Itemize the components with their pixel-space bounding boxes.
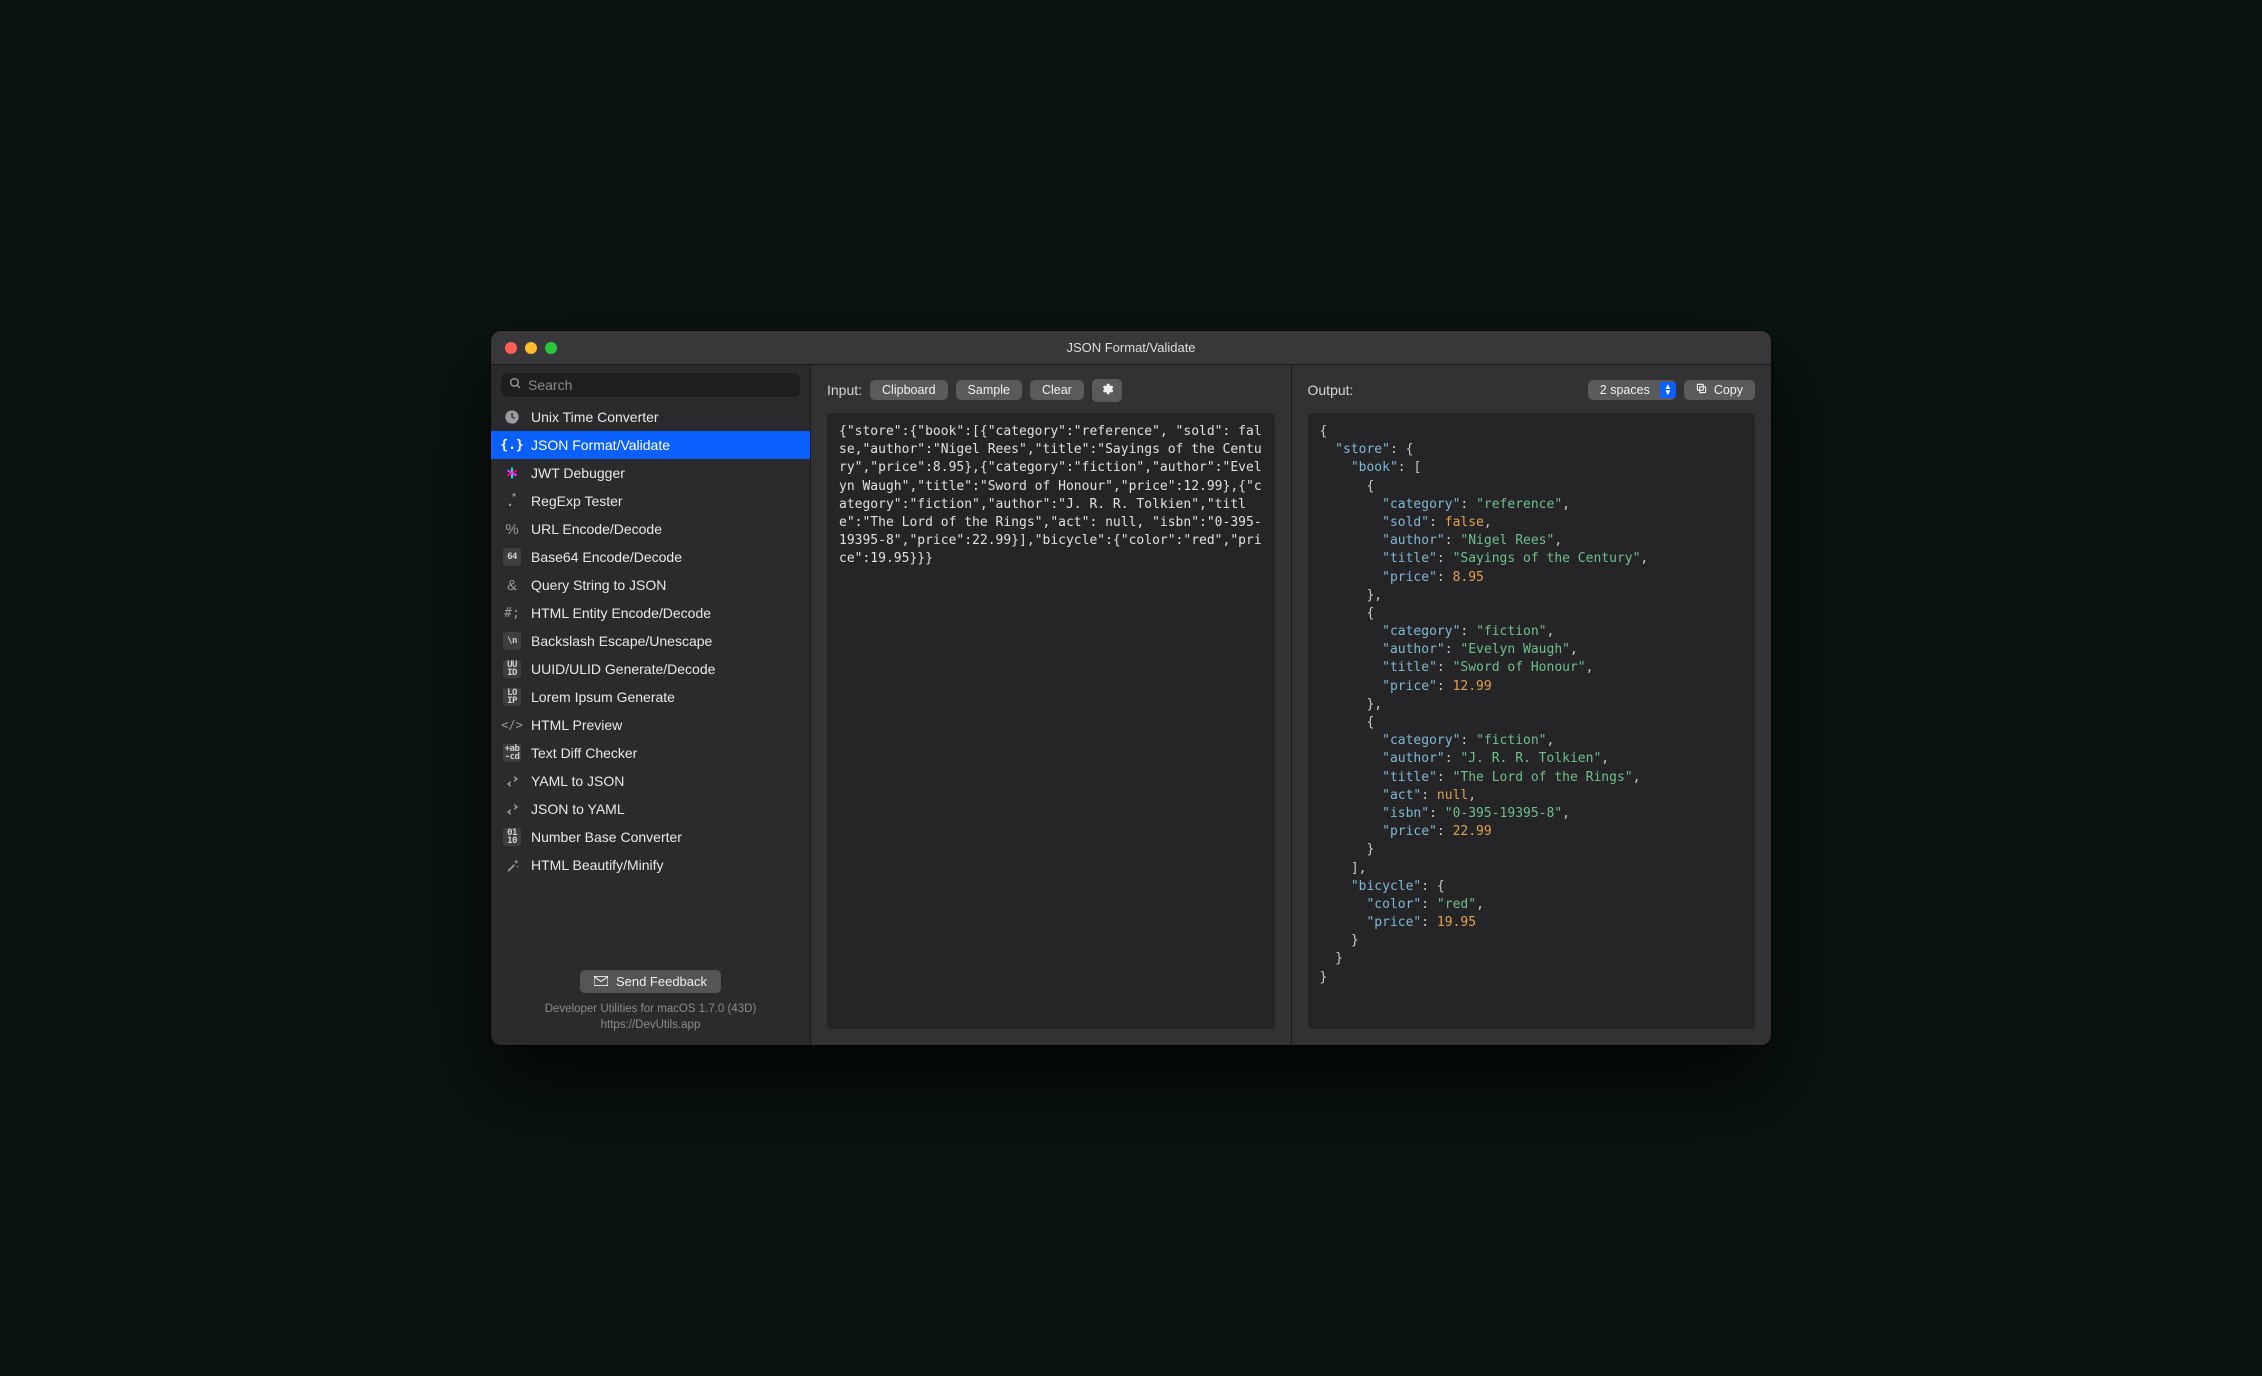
sidebar-item[interactable]: .* RegExp Tester bbox=[491, 487, 810, 515]
sidebar-item-label: UUID/ULID Generate/Decode bbox=[531, 661, 715, 677]
sidebar-item-label: Query String to JSON bbox=[531, 577, 666, 593]
output-title: Output: bbox=[1308, 382, 1354, 398]
window-title: JSON Format/Validate bbox=[491, 340, 1771, 355]
sidebar-item-label: URL Encode/Decode bbox=[531, 521, 662, 537]
settings-button[interactable] bbox=[1092, 379, 1122, 402]
mail-icon bbox=[594, 974, 608, 989]
traffic-lights bbox=[491, 342, 557, 354]
sidebar-item[interactable]: #; HTML Entity Encode/Decode bbox=[491, 599, 810, 627]
braces-icon: {.} bbox=[503, 436, 521, 454]
wand-icon bbox=[503, 856, 521, 874]
sidebar-item-label: Lorem Ipsum Generate bbox=[531, 689, 675, 705]
sidebar-item[interactable]: HTML Beautify/Minify bbox=[491, 851, 810, 879]
sidebar-item-label: Unix Time Converter bbox=[531, 409, 659, 425]
copy-icon bbox=[1696, 385, 1710, 397]
diff-icon: +ab -cd bbox=[503, 744, 521, 762]
sidebar-item-label: HTML Entity Encode/Decode bbox=[531, 605, 711, 621]
sidebar-item-label: JSON Format/Validate bbox=[531, 437, 670, 453]
amp-icon: & bbox=[503, 576, 521, 594]
sidebar-item[interactable]: 64 Base64 Encode/Decode bbox=[491, 543, 810, 571]
search-input[interactable] bbox=[528, 377, 792, 393]
sidebar-item-label: YAML to JSON bbox=[531, 773, 624, 789]
clipboard-button[interactable]: Clipboard bbox=[870, 380, 948, 400]
hash-icon: #; bbox=[503, 604, 521, 622]
sidebar-item[interactable]: {.} JSON Format/Validate bbox=[491, 431, 810, 459]
b64-icon: 64 bbox=[503, 548, 521, 566]
sidebar-item[interactable]: UU ID UUID/ULID Generate/Decode bbox=[491, 655, 810, 683]
indent-select[interactable]: 2 spaces ▲▼ bbox=[1588, 380, 1676, 400]
sidebar-item[interactable]: JWT Debugger bbox=[491, 459, 810, 487]
sidebar-footer: Send Feedback Developer Utilities for ma… bbox=[491, 960, 810, 1045]
gear-icon bbox=[1100, 385, 1114, 399]
sidebar-item[interactable]: YAML to JSON bbox=[491, 767, 810, 795]
bslash-icon: \n bbox=[503, 632, 521, 650]
sidebar-item-label: JSON to YAML bbox=[531, 801, 625, 817]
sidebar-item-label: Base64 Encode/Decode bbox=[531, 549, 682, 565]
sample-button[interactable]: Sample bbox=[956, 380, 1022, 400]
app-window: JSON Format/Validate Unix Time Converter… bbox=[491, 331, 1771, 1045]
numbase-icon: 01 10 bbox=[503, 828, 521, 846]
sidebar-item[interactable]: \n Backslash Escape/Unescape bbox=[491, 627, 810, 655]
send-feedback-button[interactable]: Send Feedback bbox=[580, 970, 721, 993]
sidebar-item-label: HTML Preview bbox=[531, 717, 622, 733]
search-field[interactable] bbox=[501, 373, 800, 397]
zoom-window-button[interactable] bbox=[545, 342, 557, 354]
swap-icon bbox=[503, 772, 521, 790]
titlebar[interactable]: JSON Format/Validate bbox=[491, 331, 1771, 365]
swap-icon bbox=[503, 800, 521, 818]
sidebar-item-label: JWT Debugger bbox=[531, 465, 625, 481]
sidebar-item[interactable]: Unix Time Converter bbox=[491, 403, 810, 431]
input-header: Input: Clipboard Sample Clear bbox=[827, 377, 1275, 403]
lorem-icon: LO IP bbox=[503, 688, 521, 706]
clear-button[interactable]: Clear bbox=[1030, 380, 1084, 400]
app-url-line: https://DevUtils.app bbox=[545, 1017, 757, 1033]
sidebar-item-label: Text Diff Checker bbox=[531, 745, 637, 761]
app-version-line: Developer Utilities for macOS 1.7.0 (43D… bbox=[545, 1001, 757, 1017]
sidebar-item-label: Number Base Converter bbox=[531, 829, 682, 845]
sidebar: Unix Time Converter {.} JSON Format/Valida… bbox=[491, 365, 811, 1045]
output-header: Output: 2 spaces ▲▼ Copy bbox=[1308, 377, 1756, 403]
app-info: Developer Utilities for macOS 1.7.0 (43D… bbox=[545, 1001, 757, 1033]
minimize-window-button[interactable] bbox=[525, 342, 537, 354]
indent-select-label: 2 spaces bbox=[1588, 380, 1660, 400]
sidebar-item[interactable]: 01 10 Number Base Converter bbox=[491, 823, 810, 851]
sidebar-item-label: Backslash Escape/Unescape bbox=[531, 633, 712, 649]
input-textarea[interactable]: {"store":{"book":[{"category":"reference… bbox=[827, 413, 1275, 1029]
copy-button[interactable]: Copy bbox=[1684, 380, 1755, 400]
copy-label: Copy bbox=[1714, 383, 1743, 397]
main-content: Input: Clipboard Sample Clear {"store":{… bbox=[811, 365, 1771, 1045]
sidebar-item[interactable]: % URL Encode/Decode bbox=[491, 515, 810, 543]
chevron-up-down-icon: ▲▼ bbox=[1660, 382, 1676, 398]
output-pane: Output: 2 spaces ▲▼ Copy { "store" bbox=[1291, 365, 1772, 1045]
sidebar-item[interactable]: &Query String to JSON bbox=[491, 571, 810, 599]
search-icon bbox=[509, 377, 522, 393]
close-window-button[interactable] bbox=[505, 342, 517, 354]
sidebar-item[interactable]: </> HTML Preview bbox=[491, 711, 810, 739]
sidebar-item[interactable]: LO IP Lorem Ipsum Generate bbox=[491, 683, 810, 711]
uuid-icon: UU ID bbox=[503, 660, 521, 678]
sidebar-item-label: HTML Beautify/Minify bbox=[531, 857, 664, 873]
output-view[interactable]: { "store": { "book": [ { "category": "re… bbox=[1308, 413, 1756, 1029]
regex-icon: .* bbox=[503, 492, 521, 510]
sidebar-item[interactable]: JSON to YAML bbox=[491, 795, 810, 823]
sidebar-item[interactable]: +ab -cd Text Diff Checker bbox=[491, 739, 810, 767]
html-icon: </> bbox=[503, 716, 521, 734]
percent-icon: % bbox=[503, 520, 521, 538]
jwt-icon bbox=[503, 464, 521, 482]
input-pane: Input: Clipboard Sample Clear {"store":{… bbox=[811, 365, 1291, 1045]
send-feedback-label: Send Feedback bbox=[616, 974, 707, 989]
tool-list[interactable]: Unix Time Converter {.} JSON Format/Valida… bbox=[491, 403, 810, 960]
sidebar-item-label: RegExp Tester bbox=[531, 493, 623, 509]
clock-icon bbox=[503, 408, 521, 426]
input-title: Input: bbox=[827, 382, 862, 398]
